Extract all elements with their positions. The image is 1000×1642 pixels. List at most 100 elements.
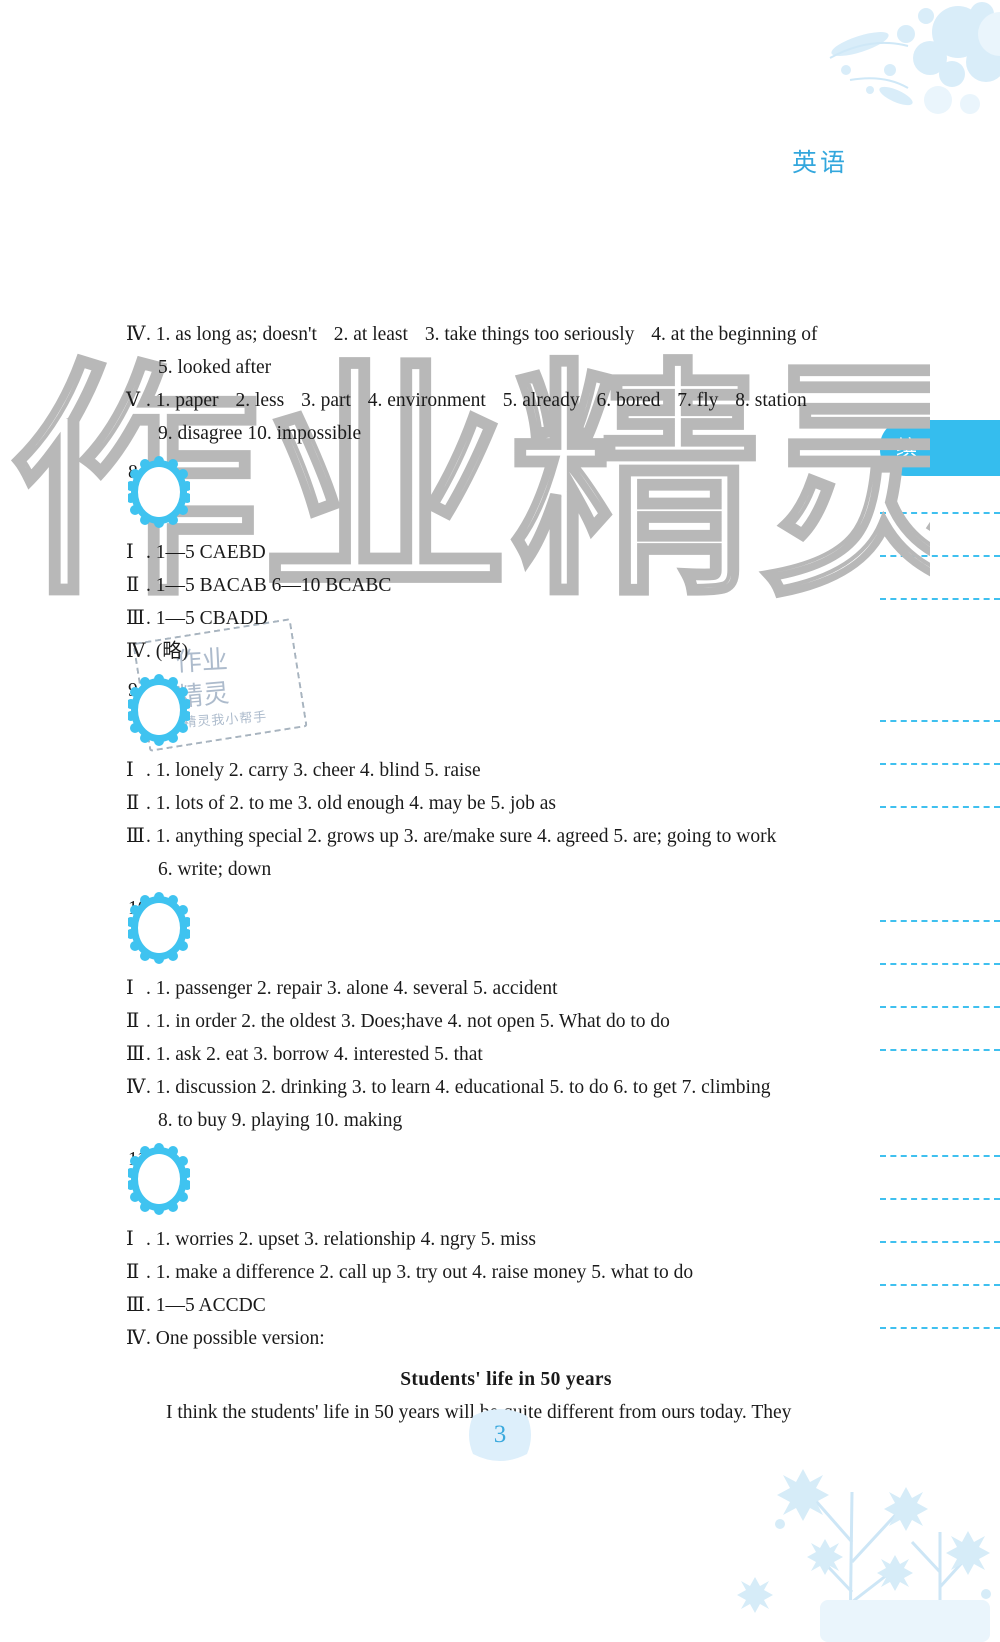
answer-group-row: Ⅳ. One possible version: [126,1322,886,1355]
group-roman: Ⅲ [126,826,145,847]
page-number-text: 3 [493,1421,507,1448]
section-badge-number: 9 [128,674,886,707]
scalloped-badge-icon [128,1143,190,1215]
group-roman: Ⅰ [126,542,134,563]
rule-line [880,1284,1000,1286]
group-answers: 1. passenger 2. repair 3. alone 4. sever… [155,978,558,999]
side-band-label: 缤 [896,436,923,460]
answer-group-row: Ⅳ. (略) [126,635,886,668]
scalloped-badge-icon [128,674,190,746]
page-title: 英语 [791,148,848,177]
rule-line [880,806,1000,808]
group-roman: Ⅳ [126,1077,146,1098]
group-item: 2. at least [333,324,408,345]
group-roman: Ⅱ [126,1262,140,1283]
group-item: 1. paper [155,390,219,411]
group-roman: Ⅰ [126,1229,134,1250]
group-item: 4. at the beginning of [651,324,818,345]
rule-line [880,1198,1000,1200]
group-roman: Ⅱ [126,575,140,596]
group-answers: 1. discussion 2. drinking 3. to learn 4.… [155,1077,771,1098]
answer-key-body: Ⅳ. 1. as long as; doesn't 2. at least 3.… [126,318,886,1429]
answer-group-row: Ⅱ. 1—5 BACAB 6—10 BCABC [126,569,886,602]
section-badge-number: 10 [128,892,886,925]
floral-decoration-top-right [829,2,1000,114]
answer-continuation-row: 9. disagree 10. impossible [158,423,362,444]
group-item: 4. environment [367,390,486,411]
group-answers: 1. in order 2. the oldest 3. Does;have 4… [155,1011,670,1032]
group-item: 5. already [502,390,580,411]
answer-group-row: Ⅲ. 1. ask 2. eat 3. borrow 4. interested… [126,1038,886,1071]
answer-continuation-row: 5. looked after [158,357,272,378]
answer-group-row: Ⅲ. 1—5 CBADD [126,602,886,635]
rule-line [880,1241,1000,1243]
rule-line [880,1006,1000,1008]
answer-group-row: Ⅰ. 1—5 CAEBD [126,536,886,569]
section-badge-10: 10 [128,892,886,964]
section-badge-number: 11 [128,1143,886,1176]
answer-group-row: Ⅳ. 1. discussion 2. drinking 3. to learn… [126,1071,886,1104]
rule-line [880,1327,1000,1329]
group-item: 1. as long as; doesn't [155,324,317,345]
answer-group-row: Ⅲ. 1—5 ACCDC [126,1289,886,1322]
answer-group-row: Ⅱ. 1. make a difference 2. call up 3. tr… [126,1256,886,1289]
composition-title: Students' life in 50 years [400,1369,612,1390]
group-item: 8. station [735,390,807,411]
group-roman: Ⅱ [126,793,140,814]
group-roman: Ⅳ [126,1328,146,1349]
rule-line [880,1155,1000,1157]
answer-group-row: Ⅰ. 1. worries 2. upset 3. relationship 4… [126,1223,886,1256]
group-roman: Ⅱ [126,1011,140,1032]
group-answers: 1. make a difference 2. call up 3. try o… [155,1262,694,1283]
group-item: 3. take things too seriously [424,324,635,345]
group-answers: (略) [155,641,189,662]
rule-line [880,763,1000,765]
page-number-badge: 3 [465,1406,535,1464]
group-roman: Ⅴ [126,390,141,411]
rule-line [880,512,1000,514]
document-page: 英语 缤 作业精灵 作业 精灵 作业精灵我小帮手 Ⅳ. 1. as long a… [0,0,1000,1642]
group-roman: Ⅳ [126,641,146,662]
rule-line [880,963,1000,965]
group-answers: 1—5 ACCDC [155,1295,266,1316]
rule-line [880,598,1000,600]
group-item: 2. less [235,390,285,411]
answer-group-row: Ⅰ. 1. passenger 2. repair 3. alone 4. se… [126,972,886,1005]
group-answers: 1. ask 2. eat 3. borrow 4. interested 5.… [155,1044,483,1065]
group-answers: One possible version: [155,1328,325,1349]
group-roman: Ⅲ [126,608,145,629]
answer-group-row: Ⅱ. 1. in order 2. the oldest 3. Does;hav… [126,1005,886,1038]
group-roman: Ⅰ [126,760,134,781]
group-answers: 1—5 CBADD [155,608,268,629]
group-item: 3. part [301,390,351,411]
side-rule-band: 缤 [880,420,1000,1462]
group-answers: 1. lots of 2. to me 3. old enough 4. may… [155,793,556,814]
section-badge-11: 11 [128,1143,886,1215]
group-roman: Ⅰ [126,978,134,999]
group-answers: 1—5 BACAB 6—10 BCABC [155,575,392,596]
group-answers: 1. anything special 2. grows up 3. are/m… [155,826,777,847]
group-roman: Ⅳ [126,324,146,345]
answer-group-row: Ⅰ. 1. lonely 2. carry 3. cheer 4. blind … [126,754,886,787]
group-item: 7. fly [677,390,719,411]
group-item: 6. bored [596,390,661,411]
rule-line [880,1049,1000,1051]
rule-line [880,720,1000,722]
section-badge-9: 9 [128,674,886,746]
group-answers: 1—5 CAEBD [155,542,266,563]
section-badge-number: 8 [128,456,886,489]
scalloped-badge-icon [128,456,190,528]
group-roman: Ⅲ [126,1044,145,1065]
group-answers: 1. lonely 2. carry 3. cheer 4. blind 5. … [155,760,481,781]
answer-continuation-row: 8. to buy 9. playing 10. making [158,1110,403,1131]
section-badge-8: 8 [128,456,886,528]
answer-continuation-row: 6. write; down [158,859,272,880]
group-answers: 1. worries 2. upset 3. relationship 4. n… [155,1229,536,1250]
rule-line [880,555,1000,557]
side-band-tab: 缤 [880,420,1000,476]
scalloped-badge-icon [128,892,190,964]
group-roman: Ⅲ [126,1295,145,1316]
answer-group-row: Ⅲ. 1. anything special 2. grows up 3. ar… [126,820,886,853]
answer-group-row: Ⅴ. 1. paper 2. less 3. part 4. environme… [126,384,886,417]
answer-group-row: Ⅳ. 1. as long as; doesn't 2. at least 3.… [126,318,886,351]
